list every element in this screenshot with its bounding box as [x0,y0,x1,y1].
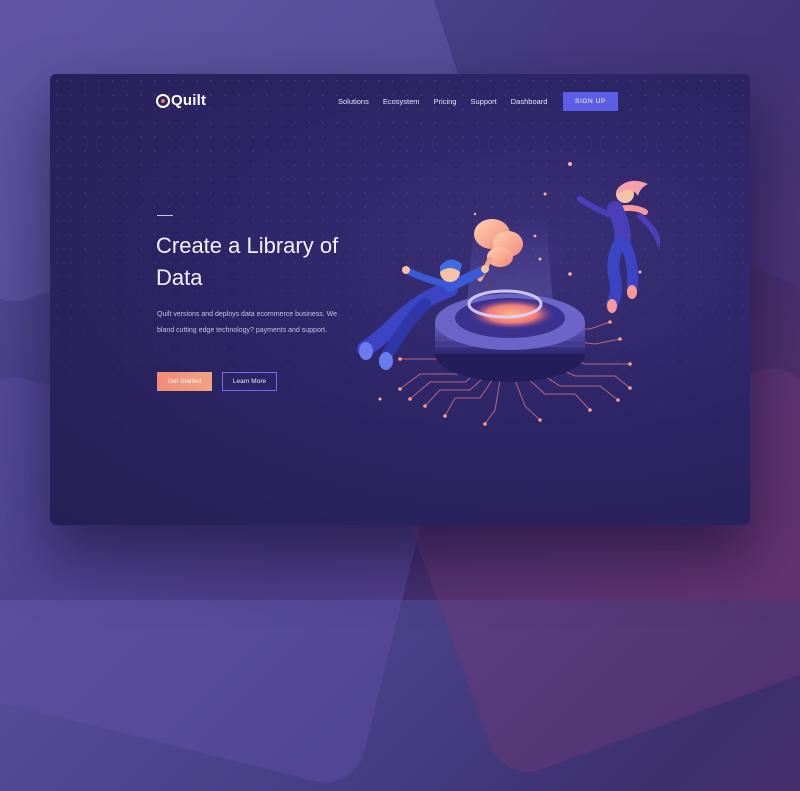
nav-ecosystem[interactable]: Ecosystem [383,97,420,106]
nav-pricing[interactable]: Pricing [434,97,457,106]
nav-support[interactable]: Support [470,97,496,106]
data-disc [435,289,585,382]
headline-divider [157,215,173,216]
nav-solutions[interactable]: Solutions [338,97,369,106]
get-started-button[interactable]: Get Started [157,372,212,391]
landing-page-card: Quilt Solutions Ecosystem Pricing Suppor… [50,74,750,525]
woman-figure [577,180,660,313]
sign-up-button[interactable]: SIGN UP [563,92,618,111]
logo[interactable]: Quilt [156,92,206,109]
learn-more-button[interactable]: Learn More [222,372,277,391]
hero-illustration [357,162,660,426]
logo-text: Quilt [171,92,207,109]
nav-dashboard[interactable]: Dashboard [511,97,548,106]
main-nav: Solutions Ecosystem Pricing Support Dash… [338,97,547,106]
logo-icon [156,93,170,108]
